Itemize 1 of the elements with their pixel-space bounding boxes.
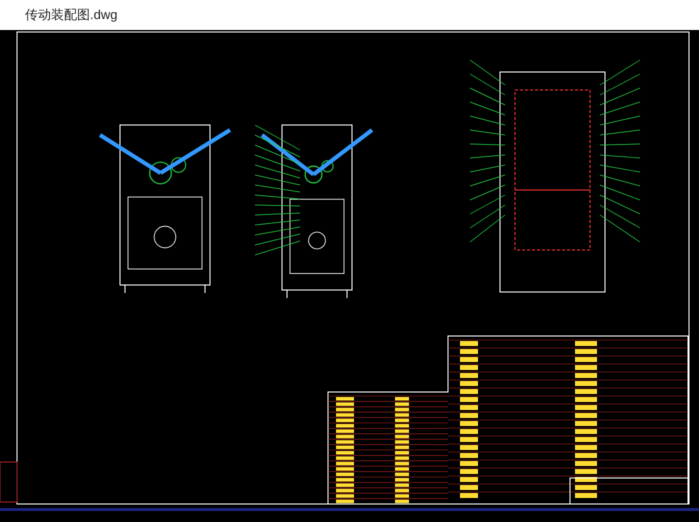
window-title: 传动装配图.dwg — [25, 6, 118, 24]
